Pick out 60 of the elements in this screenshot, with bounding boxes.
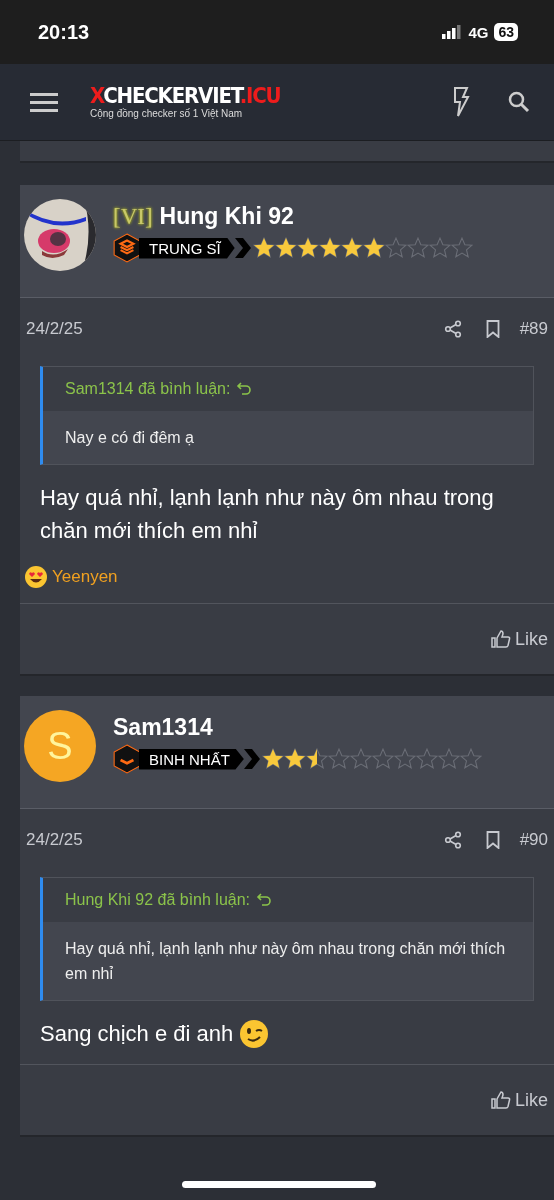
star-icon xyxy=(296,237,319,259)
username[interactable]: Hung Khi 92 xyxy=(159,203,294,230)
site-logo[interactable]: XCHECKERVIET.ICU xyxy=(90,84,452,108)
like-button[interactable]: Like xyxy=(490,1089,548,1111)
thumbs-up-icon xyxy=(490,629,511,649)
star-icon xyxy=(450,237,473,259)
star-icon xyxy=(318,237,341,259)
thumbs-up-icon xyxy=(490,1090,511,1110)
search-icon[interactable] xyxy=(508,91,530,113)
rank-icon xyxy=(113,233,141,263)
star-icon xyxy=(274,237,297,259)
bookmark-icon[interactable] xyxy=(485,831,500,849)
return-arrow-icon[interactable] xyxy=(236,381,253,397)
star-icon xyxy=(261,748,284,770)
star-icon xyxy=(459,748,482,770)
heart-eyes-emoji-icon xyxy=(24,565,48,589)
star-icon xyxy=(340,237,363,259)
star-icon xyxy=(393,748,416,770)
network-label: 4G xyxy=(468,23,489,41)
battery-level: 63 xyxy=(494,23,518,41)
star-icon xyxy=(384,237,407,259)
username[interactable]: Sam1314 xyxy=(113,714,213,741)
site-tagline: Cộng đồng checker số 1 Việt Nam xyxy=(90,108,244,120)
post-number[interactable]: #89 xyxy=(519,319,548,339)
signal-icon xyxy=(442,25,463,39)
quote-text: Nay e có đi đêm ạ xyxy=(65,429,194,446)
star-icon xyxy=(437,748,460,770)
wink-emoji-icon xyxy=(239,1018,270,1049)
chevron-icon xyxy=(234,238,251,258)
star-icon xyxy=(349,748,372,770)
star-icon xyxy=(327,748,350,770)
quote-author[interactable]: Sam1314 đã bình luận: xyxy=(65,380,231,398)
star-icon xyxy=(428,237,451,259)
reaction-user[interactable]: Yeenyen xyxy=(52,567,118,587)
chevron-icon xyxy=(243,749,260,769)
post-date[interactable]: 24/2/25 xyxy=(26,830,420,850)
star-icon xyxy=(406,237,429,259)
status-time: 20:13 xyxy=(38,20,90,44)
post-date[interactable]: 24/2/25 xyxy=(26,319,420,339)
share-icon[interactable] xyxy=(443,831,462,849)
quote-text: Hay quá nhỉ, lạnh lạnh như này ôm nhau trong chăn mới thích em nhỉ xyxy=(65,940,506,982)
bookmark-icon[interactable] xyxy=(485,320,500,338)
avatar: S xyxy=(24,710,96,782)
menu-icon[interactable] xyxy=(30,92,58,112)
share-icon[interactable] xyxy=(443,320,462,338)
lightning-icon[interactable] xyxy=(452,87,470,117)
star-icon xyxy=(283,748,306,770)
like-button[interactable]: Like xyxy=(490,628,548,650)
star-icon xyxy=(415,748,438,770)
rank-icon xyxy=(113,744,141,774)
return-arrow-icon[interactable] xyxy=(256,892,273,908)
post-message: Hay quá nhỉ, lạnh lạnh như này ôm nhau trong chăn mới thích em nhỉ xyxy=(40,484,495,545)
post-message: Sang chịch e đi anh xyxy=(40,1020,234,1048)
quote-author[interactable]: Hung Khi 92 đã bình luận: xyxy=(65,891,251,909)
star-icon xyxy=(305,748,328,770)
user-tag: [VI] xyxy=(113,204,153,230)
star-icon xyxy=(252,237,275,259)
star-icon xyxy=(362,237,385,259)
star-icon xyxy=(371,748,394,770)
post-number[interactable]: #90 xyxy=(519,830,548,850)
